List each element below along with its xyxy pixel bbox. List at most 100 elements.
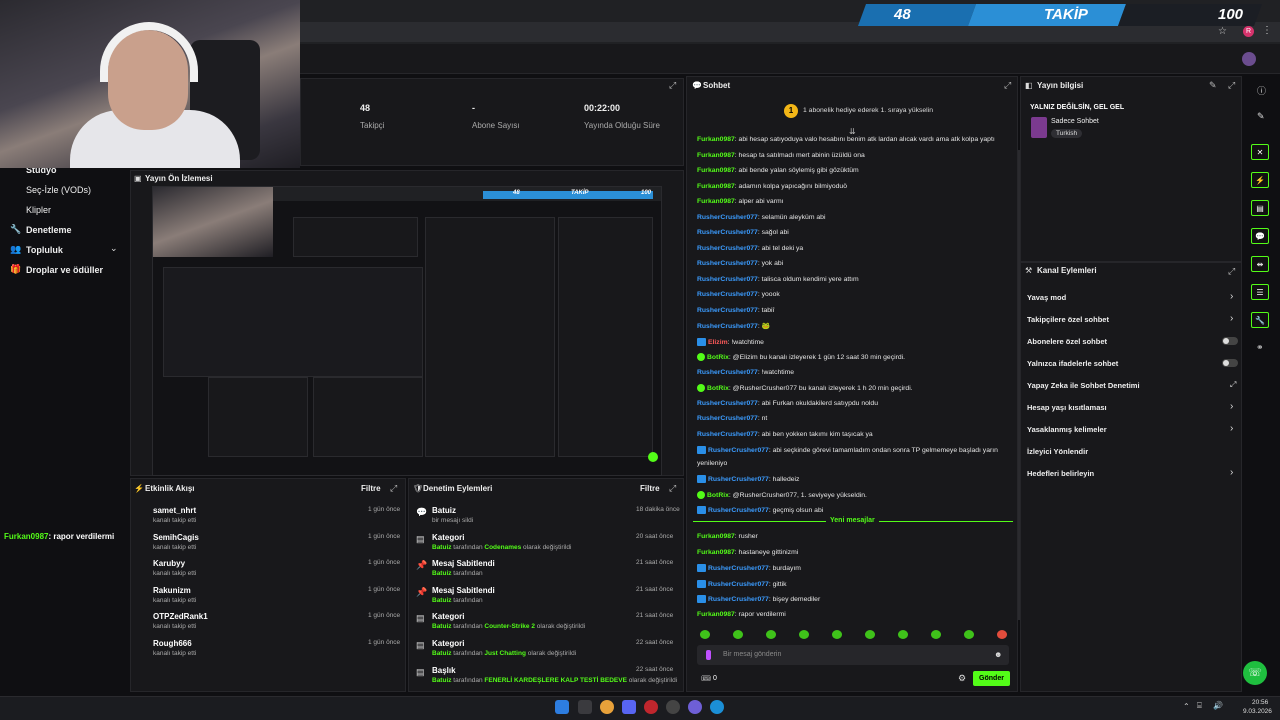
user-avatar[interactable] (1242, 52, 1256, 66)
bookmark-star-icon[interactable]: ☆ (1218, 26, 1227, 37)
external-link-icon[interactable]: ⤢ (1230, 380, 1236, 390)
tray-chevron-icon[interactable]: ⌃ (1183, 702, 1190, 711)
rail-chat-icon[interactable]: 💬 (1251, 228, 1269, 244)
chat-username[interactable]: Furkan0987 (697, 152, 735, 159)
chat-username[interactable]: BotRix (707, 491, 729, 498)
emote-1[interactable] (700, 630, 710, 639)
emote-5[interactable] (832, 630, 842, 639)
chrome-icon[interactable] (600, 700, 614, 714)
profile-avatar[interactable]: R (1243, 26, 1254, 37)
clock-date[interactable]: 9.03.2026 (1243, 708, 1272, 715)
activity-user[interactable]: samet_nhrt (153, 506, 196, 515)
sidebar-item-drops[interactable]: Droplar ve ödüller (26, 265, 103, 275)
chat-input-placeholder[interactable]: Bir mesaj gönderin (723, 651, 781, 658)
moderator-name[interactable]: Batuiz (432, 544, 452, 551)
moderator-name[interactable]: Batuiz (432, 597, 452, 604)
chat-username[interactable]: RusherCrusher077 (708, 596, 769, 603)
stream-category[interactable]: Sadece Sohbet (1051, 118, 1099, 125)
stream-preview-video[interactable]: 48 TAKİP 100 (152, 186, 662, 476)
rail-wrench-icon[interactable]: 🔧 (1251, 312, 1269, 328)
moderator-name[interactable]: Batuiz (432, 570, 452, 577)
emote-7[interactable] (898, 630, 908, 639)
chat-username[interactable]: BotRix (707, 354, 729, 361)
pin-icon[interactable]: ⇊ (849, 127, 856, 136)
chat-username[interactable]: RusherCrusher077 (708, 580, 769, 587)
rail-doc-icon[interactable]: ▤ (1251, 200, 1269, 216)
channel-action-item[interactable]: Hedefleri belirleyin (1027, 469, 1094, 478)
activity-user[interactable]: Karubyy (153, 559, 185, 568)
chat-popout-icon[interactable]: ⤢ (1004, 80, 1011, 91)
chat-settings-icon[interactable]: ⚙ (958, 673, 966, 684)
chat-username[interactable]: RusherCrusher077 (697, 431, 758, 438)
rail-close-icon[interactable]: ✕ (1251, 144, 1269, 160)
network-icon[interactable]: ⌸ (1197, 701, 1202, 711)
chat-username[interactable]: RusherCrusher077 (697, 245, 758, 252)
channel-action-item[interactable]: Takipçilere özel sohbet (1027, 315, 1109, 324)
channel-action-item[interactable]: Hesap yaşı kısıtlaması (1027, 403, 1107, 412)
sidebar-item-clips[interactable]: Klipler (26, 205, 51, 215)
rail-users-icon[interactable]: ⚭ (1256, 342, 1264, 353)
explorer-icon[interactable] (578, 700, 592, 714)
rail-bolt-icon[interactable]: ⚡ (1251, 172, 1269, 188)
channel-actions-popout-icon[interactable]: ⤢ (1228, 266, 1235, 277)
chat-username[interactable]: RusherCrusher077 (708, 476, 769, 483)
chat-username[interactable]: RusherCrusher077 (697, 291, 758, 298)
sidebar-item-moderation[interactable]: Denetleme (26, 225, 72, 235)
chat-username[interactable]: RusherCrusher077 (697, 323, 758, 330)
chat-username[interactable]: Elizim (708, 338, 728, 345)
channel-action-item[interactable]: Yasaklanmış kelimeler (1027, 425, 1107, 434)
volume-icon[interactable]: 🔊 (1213, 701, 1223, 710)
chat-username[interactable]: RusherCrusher077 (708, 507, 769, 514)
activity-user[interactable]: OTPZedRank1 (153, 612, 208, 621)
activity-filter-button[interactable]: Filtre (361, 484, 381, 493)
activity-popout-icon[interactable]: ⤢ (390, 483, 397, 494)
chat-username[interactable]: RusherCrusher077 (697, 415, 758, 422)
clock-time[interactable]: 20:56 (1252, 699, 1268, 706)
chat-username[interactable]: Furkan0987 (697, 198, 735, 205)
chevron-right-icon[interactable]: › (1230, 313, 1233, 324)
chevron-right-icon[interactable]: › (1230, 291, 1233, 302)
channel-action-item[interactable]: İzleyici Yönlendir (1027, 447, 1088, 456)
discord-icon[interactable] (622, 700, 636, 714)
stats-popout-icon[interactable]: ⤢ (669, 80, 676, 91)
chevron-right-icon[interactable]: › (1230, 467, 1233, 478)
chat-username[interactable]: RusherCrusher077 (697, 260, 758, 267)
chat-username[interactable]: RusherCrusher077 (708, 447, 769, 454)
channel-action-item[interactable]: Yapay Zeka ile Sohbet Denetimi (1027, 381, 1140, 390)
chat-username[interactable]: Furkan0987 (697, 183, 735, 190)
chevron-right-icon[interactable]: › (1230, 423, 1233, 434)
sidebar-item-community[interactable]: Topluluk (26, 245, 63, 255)
channel-action-item[interactable]: Yavaş mod (1027, 293, 1066, 302)
rail-info-icon[interactable]: ⓘ (1257, 84, 1266, 97)
toggle-switch[interactable] (1222, 359, 1238, 367)
activity-user[interactable]: Rakunizm (153, 586, 191, 595)
chat-username[interactable]: Furkan0987 (697, 611, 735, 618)
emoji-icon[interactable]: ☻ (994, 650, 1002, 659)
chat-username[interactable]: RusherCrusher077 (697, 369, 758, 376)
start-icon[interactable] (555, 700, 569, 714)
mic-icon[interactable] (706, 650, 711, 660)
channel-action-item[interactable]: Yalnızca ifadelerle sohbet (1027, 359, 1118, 368)
emote-3[interactable] (766, 630, 776, 639)
activity-user[interactable]: Rough666 (153, 639, 192, 648)
floating-chat-icon[interactable]: ☏ (1243, 661, 1267, 685)
obs-icon[interactable] (666, 700, 680, 714)
chat-username[interactable]: Furkan0987 (697, 533, 735, 540)
rail-edit-icon[interactable]: ✎ (1257, 111, 1265, 122)
chat-username[interactable]: RusherCrusher077 (697, 214, 758, 221)
emote-10[interactable] (997, 630, 1007, 639)
moderation-filter-button[interactable]: Filtre (640, 484, 660, 493)
chat-username[interactable]: RusherCrusher077 (697, 229, 758, 236)
chat-username[interactable]: Furkan0987 (697, 549, 735, 556)
moderator-name[interactable]: Batuiz (432, 677, 452, 684)
emote-2[interactable] (733, 630, 743, 639)
browser-menu-icon[interactable]: ⋮ (1262, 25, 1272, 36)
moderator-name[interactable]: Batuiz (432, 623, 452, 630)
chevron-down-icon[interactable]: ⌄ (110, 243, 118, 254)
app-icon[interactable] (688, 700, 702, 714)
emote-9[interactable] (964, 630, 974, 639)
chat-username[interactable]: BotRix (707, 385, 729, 392)
edit-icon[interactable]: ✎ (1209, 80, 1217, 91)
toggle-switch[interactable] (1222, 337, 1238, 345)
chat-username[interactable]: RusherCrusher077 (697, 276, 758, 283)
